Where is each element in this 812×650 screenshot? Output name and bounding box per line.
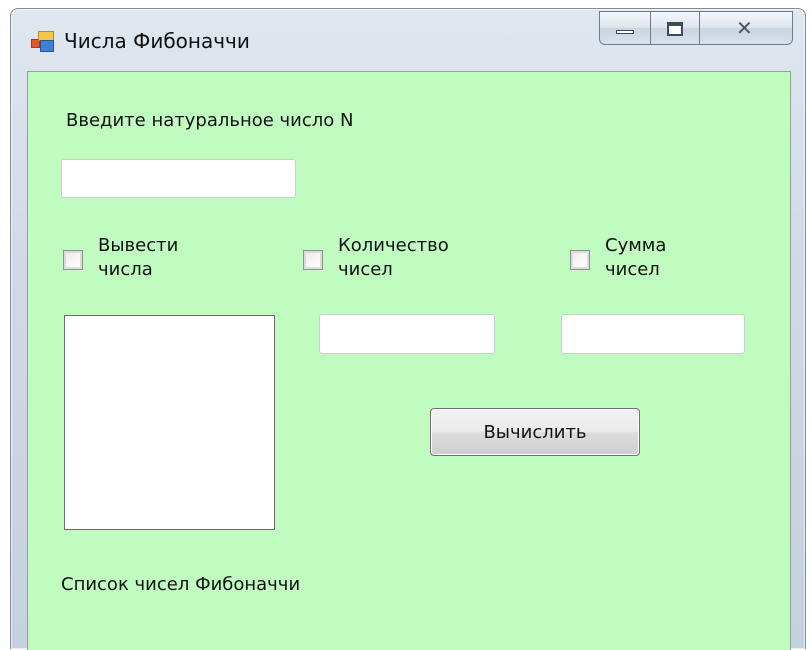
title-bar[interactable]: Числа Фибоначчи ✕	[11, 9, 805, 71]
checkbox-box[interactable]	[63, 250, 83, 270]
list-caption-label: Список чисел Фибоначчи	[61, 574, 301, 595]
close-button[interactable]: ✕	[699, 11, 793, 45]
checkbox-label-line1: Количество	[338, 235, 449, 256]
minimize-button[interactable]	[599, 11, 650, 45]
checkbox-box[interactable]	[570, 250, 590, 270]
checkbox-sum[interactable]: Сумма чисел	[570, 235, 700, 285]
minimize-icon	[616, 30, 634, 34]
checkbox-label-line1: Вывести	[98, 235, 179, 256]
app-window: Числа Фибоначчи ✕ Введите натуральное чи…	[10, 8, 806, 650]
prompt-label: Введите натуральное число N	[66, 110, 354, 131]
calculate-button[interactable]: Вычислить	[430, 408, 640, 456]
maximize-button[interactable]	[650, 11, 699, 45]
checkbox-box[interactable]	[303, 250, 323, 270]
checkbox-label-line1: Сумма	[605, 235, 667, 256]
app-icon	[31, 31, 54, 52]
checkbox-label-line2: чисел	[605, 259, 660, 280]
checkbox-label-line2: чисел	[338, 259, 393, 280]
form-client-area: Введите натуральное число N Вывести числ…	[27, 71, 791, 650]
checkbox-label-line2: числа	[98, 259, 153, 280]
maximize-icon	[667, 22, 683, 36]
checkbox-show-numbers[interactable]: Вывести числа	[63, 235, 203, 285]
n-input[interactable]	[61, 159, 296, 198]
close-icon: ✕	[736, 16, 753, 40]
fibonacci-listbox[interactable]	[64, 315, 275, 530]
caption-buttons: ✕	[599, 11, 793, 45]
window-title: Числа Фибоначчи	[64, 29, 250, 53]
count-output-field[interactable]	[319, 314, 495, 354]
sum-output-field[interactable]	[561, 314, 745, 354]
checkbox-count[interactable]: Количество чисел	[303, 235, 463, 285]
